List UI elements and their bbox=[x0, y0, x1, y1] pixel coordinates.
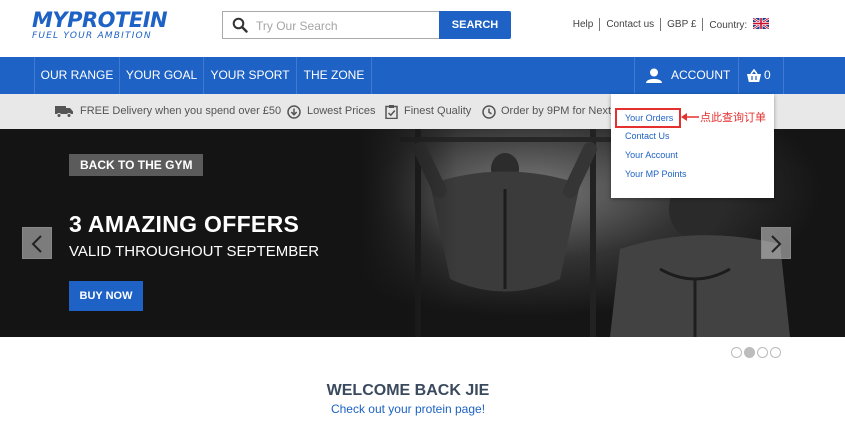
logo-wordmark: MYPROTEIN bbox=[32, 8, 168, 32]
usp-quality-text: Finest Quality bbox=[404, 105, 472, 117]
protein-page-link[interactable]: Check out your protein page! bbox=[0, 402, 816, 416]
usp-prices: Lowest Prices bbox=[287, 94, 375, 129]
nav-your-sport[interactable]: YOUR SPORT bbox=[204, 57, 296, 94]
welcome-heading: WELCOME BACK JIE bbox=[326, 382, 490, 399]
search-icon bbox=[232, 17, 248, 38]
user-icon bbox=[646, 68, 662, 83]
top-links: Help Contact us GBP £ Country: bbox=[567, 18, 775, 31]
logo-tagline: FUEL YOUR AMBITION bbox=[32, 31, 152, 41]
basket-icon[interactable] bbox=[746, 69, 762, 83]
main-nav: OUR RANGE YOUR GOAL YOUR SPORT THE ZONE … bbox=[0, 57, 845, 94]
carousel-dot[interactable] bbox=[731, 347, 742, 358]
carousel-next-button[interactable] bbox=[761, 227, 791, 259]
search-box bbox=[222, 11, 440, 39]
nav-our-range[interactable]: OUR RANGE bbox=[35, 57, 119, 94]
logo[interactable]: MYPROTEIN FUEL YOUR AMBITION bbox=[32, 9, 182, 41]
nav-divider bbox=[371, 57, 372, 94]
clock-icon bbox=[482, 105, 496, 119]
currency-selector[interactable]: GBP £ bbox=[661, 19, 702, 30]
usp-delivery-text: FREE Delivery when you spend over £50 bbox=[80, 105, 282, 117]
annotation-highlight-box bbox=[615, 108, 681, 128]
search-button[interactable]: SEARCH bbox=[439, 11, 511, 39]
truck-icon bbox=[55, 106, 73, 118]
account-label: ACCOUNT bbox=[671, 68, 731, 82]
nav-divider bbox=[738, 57, 739, 94]
hero-subtitle: VALID THROUGHOUT SEPTEMBER bbox=[69, 243, 320, 260]
carousel-prev-button[interactable] bbox=[22, 227, 52, 259]
menu-item-your-mp-points[interactable]: Your MP Points bbox=[625, 169, 687, 179]
arrow-down-circle-icon bbox=[287, 105, 301, 119]
checklist-icon bbox=[385, 105, 398, 119]
chevron-right-icon bbox=[771, 235, 782, 253]
nav-divider bbox=[634, 57, 635, 94]
usp-order: Order by 9PM for Next bbox=[482, 94, 611, 129]
menu-item-your-account[interactable]: Your Account bbox=[625, 150, 678, 160]
nav-the-zone[interactable]: THE ZONE bbox=[297, 57, 371, 94]
contact-us-link[interactable]: Contact us bbox=[600, 19, 660, 30]
usp-delivery: FREE Delivery when you spend over £50 bbox=[55, 94, 281, 129]
carousel-indicators bbox=[731, 347, 783, 358]
carousel-dot[interactable] bbox=[744, 347, 755, 358]
country-selector[interactable]: Country: bbox=[703, 18, 775, 31]
uk-flag-icon bbox=[753, 18, 769, 29]
hero-tag: BACK TO THE GYM bbox=[69, 154, 204, 176]
buy-now-button[interactable]: BUY NOW bbox=[69, 281, 143, 311]
annotation-arrow-icon bbox=[681, 113, 699, 121]
annotation-text: 点此查询订单 bbox=[700, 111, 766, 124]
carousel-dot[interactable] bbox=[770, 347, 781, 358]
usp-prices-text: Lowest Prices bbox=[307, 105, 376, 117]
carousel-dot[interactable] bbox=[757, 347, 768, 358]
usp-order-text: Order by 9PM for Next bbox=[501, 105, 612, 117]
help-link[interactable]: Help bbox=[567, 19, 600, 30]
nav-divider bbox=[783, 57, 784, 94]
menu-item-contact-us[interactable]: Contact Us bbox=[625, 131, 670, 141]
basket-count[interactable]: 0 bbox=[764, 57, 771, 94]
nav-your-goal[interactable]: YOUR GOAL bbox=[120, 57, 203, 94]
search-input[interactable] bbox=[256, 16, 434, 35]
chevron-left-icon bbox=[31, 235, 42, 253]
hero-title: 3 AMAZING OFFERS bbox=[69, 211, 300, 237]
country-label: Country: bbox=[709, 20, 748, 31]
usp-quality: Finest Quality bbox=[385, 94, 471, 129]
